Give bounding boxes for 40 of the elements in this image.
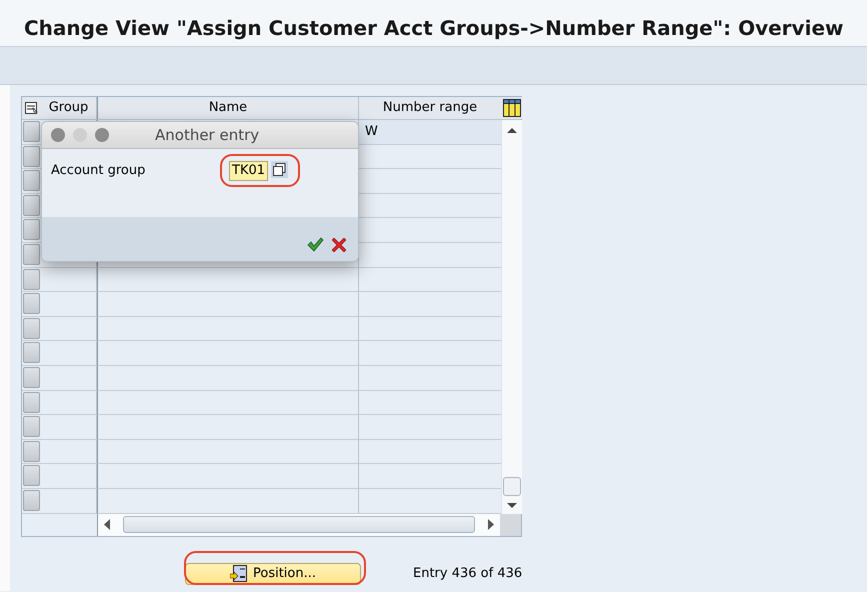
row-selector[interactable] — [23, 219, 40, 240]
row-selector[interactable] — [23, 293, 40, 314]
row-selector[interactable] — [23, 146, 40, 167]
column-header[interactable]: Group — [41, 97, 97, 119]
row-selector[interactable] — [23, 318, 40, 339]
dialog-title: Another entry — [155, 124, 260, 146]
window-title: Change View "Assign Customer Acct Groups->Number Range": Overview — [0, 0, 867, 47]
position-button[interactable]: Position... — [185, 562, 361, 584]
scroll-left-icon[interactable] — [104, 519, 111, 530]
row-selector[interactable] — [23, 440, 40, 462]
field-label: Account group — [51, 162, 146, 180]
row-selector[interactable] — [23, 366, 40, 388]
table-cell: W — [359, 120, 501, 145]
check-icon[interactable] — [307, 237, 324, 252]
row-selector[interactable] — [23, 490, 40, 511]
row-selector[interactable] — [23, 170, 40, 192]
entry-count: Entry 436 of 436 — [413, 564, 522, 583]
close-button[interactable] — [51, 128, 65, 142]
zoom-button[interactable] — [95, 128, 109, 142]
row-selector[interactable] — [23, 194, 40, 216]
table-settings-icon[interactable] — [25, 102, 38, 114]
column-layout-icon[interactable] — [502, 99, 520, 117]
scroll-down-icon[interactable] — [506, 502, 518, 510]
row-selector[interactable] — [23, 121, 40, 142]
value-help-icon[interactable] — [271, 161, 288, 178]
row-selector[interactable] — [23, 244, 40, 265]
cancel-icon[interactable] — [332, 238, 346, 252]
row-selector[interactable] — [23, 416, 40, 438]
row-selector[interactable] — [23, 392, 40, 413]
scroll-up-icon[interactable] — [506, 126, 518, 134]
scroll-right-icon[interactable] — [487, 519, 494, 530]
scrollbar-thumb[interactable] — [503, 476, 521, 496]
column-header[interactable]: Number range — [359, 97, 501, 119]
position-icon — [230, 565, 247, 582]
column-header[interactable]: Name — [97, 97, 359, 119]
row-selector[interactable] — [23, 465, 40, 486]
row-selector[interactable] — [23, 268, 40, 290]
input-field[interactable]: TK01 — [229, 161, 268, 181]
row-selector[interactable] — [23, 342, 40, 364]
horizontal-scrollbar-thumb[interactable] — [122, 516, 476, 533]
